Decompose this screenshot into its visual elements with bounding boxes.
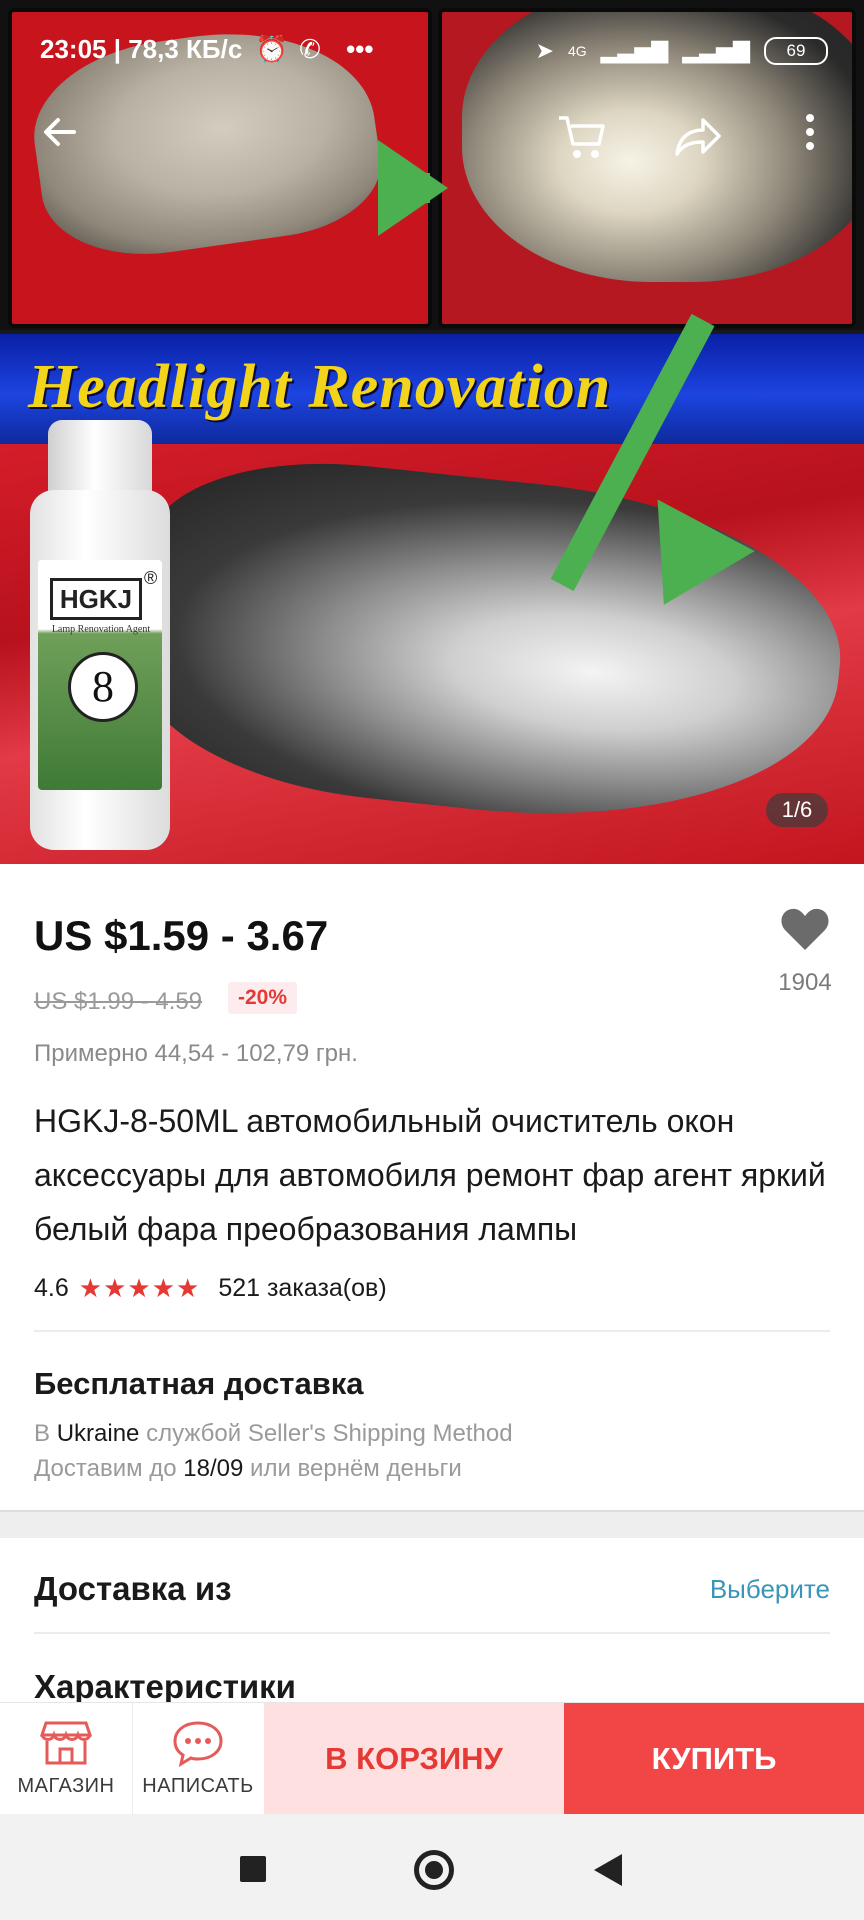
message-button[interactable]: НАПИСАТЬ: [132, 1703, 265, 1815]
whatsapp-icon: ✆: [299, 34, 321, 64]
favorites-count: 1904: [778, 969, 832, 996]
ship-from-label: Доставка из: [34, 1570, 232, 1607]
shipping-line2-prefix: Доставим до: [34, 1455, 177, 1482]
add-to-cart-button[interactable]: В КОРЗИНУ: [264, 1703, 564, 1815]
shipping-title: Бесплатная доставка: [34, 1366, 364, 1401]
signal-icon-2: ▂▃▅▇: [682, 38, 750, 63]
status-time-text: 23:05 | 78,3 КБ/с: [40, 34, 243, 64]
store-icon: [0, 1719, 132, 1769]
alarm-icon: ⏰: [255, 34, 288, 64]
divider: [34, 1330, 830, 1332]
status-bar: 23:05 | 78,3 КБ/с ⏰ ✆ ••• ➤ 4G ▂▃▅▇ ▂▃▅▇…: [0, 0, 864, 100]
bottle-brand: HGKJ: [50, 578, 142, 620]
specs-label[interactable]: Характеристики: [34, 1668, 296, 1706]
location-icon: ➤: [535, 38, 554, 63]
bottle-number: 8: [68, 652, 138, 722]
status-icons: ➤ 4G ▂▃▅▇ ▂▃▅▇ 69: [535, 36, 828, 66]
product-bottle: HGKJ ® Lamp Renovation Agent 8: [30, 420, 170, 860]
system-nav-bar: [0, 1814, 864, 1920]
home-icon[interactable]: [414, 1850, 454, 1890]
old-price: US $1.99 - 4.59: [34, 988, 203, 1015]
signal-icon: ▂▃▅▇: [600, 38, 669, 63]
shipping-line1-suffix: службой Seller's Shipping Method: [146, 1420, 513, 1447]
shipping-date-line: Доставим до 18/09 или вернём деньги: [34, 1455, 462, 1483]
shipping-line1-prefix: В: [34, 1420, 51, 1447]
shipping-line2-suffix: или вернём деньги: [250, 1455, 462, 1482]
rating-row[interactable]: 4.6 ★★★★★ 521 заказа(ов): [34, 1272, 387, 1304]
cart-icon[interactable]: [552, 110, 612, 170]
bottle-registered-mark: ®: [144, 568, 158, 588]
orders-count: 521 заказа(ов): [218, 1273, 387, 1302]
message-label: НАПИСАТЬ: [142, 1775, 254, 1797]
bottle-subtitle: Lamp Renovation Agent: [51, 624, 151, 635]
favorite-button[interactable]: 1904: [770, 906, 840, 997]
back-arrow-icon[interactable]: [30, 110, 90, 170]
network-type: 4G: [567, 43, 587, 59]
product-price: US $1.59 - 3.67: [34, 912, 329, 959]
more-vertical-icon[interactable]: [780, 110, 840, 170]
divider: [34, 1632, 830, 1634]
section-separator: [0, 1510, 864, 1538]
back-icon[interactable]: [594, 1854, 622, 1886]
discount-badge: -20%: [228, 982, 298, 1014]
rating-stars-icon: ★★★★★: [78, 1272, 201, 1303]
status-time: 23:05 | 78,3 КБ/с ⏰ ✆ •••: [40, 34, 373, 65]
heart-icon[interactable]: [770, 906, 840, 963]
recent-apps-icon[interactable]: [240, 1856, 266, 1882]
store-button[interactable]: МАГАЗИН: [0, 1703, 133, 1815]
green-arrow-head-icon: [378, 140, 448, 236]
image-counter: 1/6: [766, 793, 828, 827]
shipping-date: 18/09: [183, 1455, 244, 1482]
battery-icon: 69: [764, 37, 828, 65]
shipping-method-line: В Ukraine службой Seller's Shipping Meth…: [34, 1420, 513, 1448]
share-icon[interactable]: [666, 110, 726, 170]
product-image[interactable]: Headlight Renovation HGKJ ® Lamp Renovat…: [0, 0, 864, 864]
action-bar: МАГАЗИН НАПИСАТЬ В КОРЗИНУ КУПИТЬ: [0, 1702, 864, 1815]
rating-value: 4.6: [34, 1273, 69, 1302]
banner-text: Headlight Renovation: [28, 353, 612, 421]
buy-now-button[interactable]: КУПИТЬ: [564, 1703, 864, 1815]
store-label: МАГАЗИН: [17, 1775, 115, 1797]
more-notifications-icon: •••: [346, 34, 374, 64]
ship-from-choose-link[interactable]: Выберите: [710, 1574, 830, 1605]
product-title: HGKJ-8-50ML автомобильный очиститель око…: [34, 1103, 826, 1247]
chat-icon: [132, 1719, 264, 1769]
shipping-country: Ukraine: [56, 1420, 140, 1447]
approx-price: Примерно 44,54 - 102,79 грн.: [34, 1040, 358, 1067]
